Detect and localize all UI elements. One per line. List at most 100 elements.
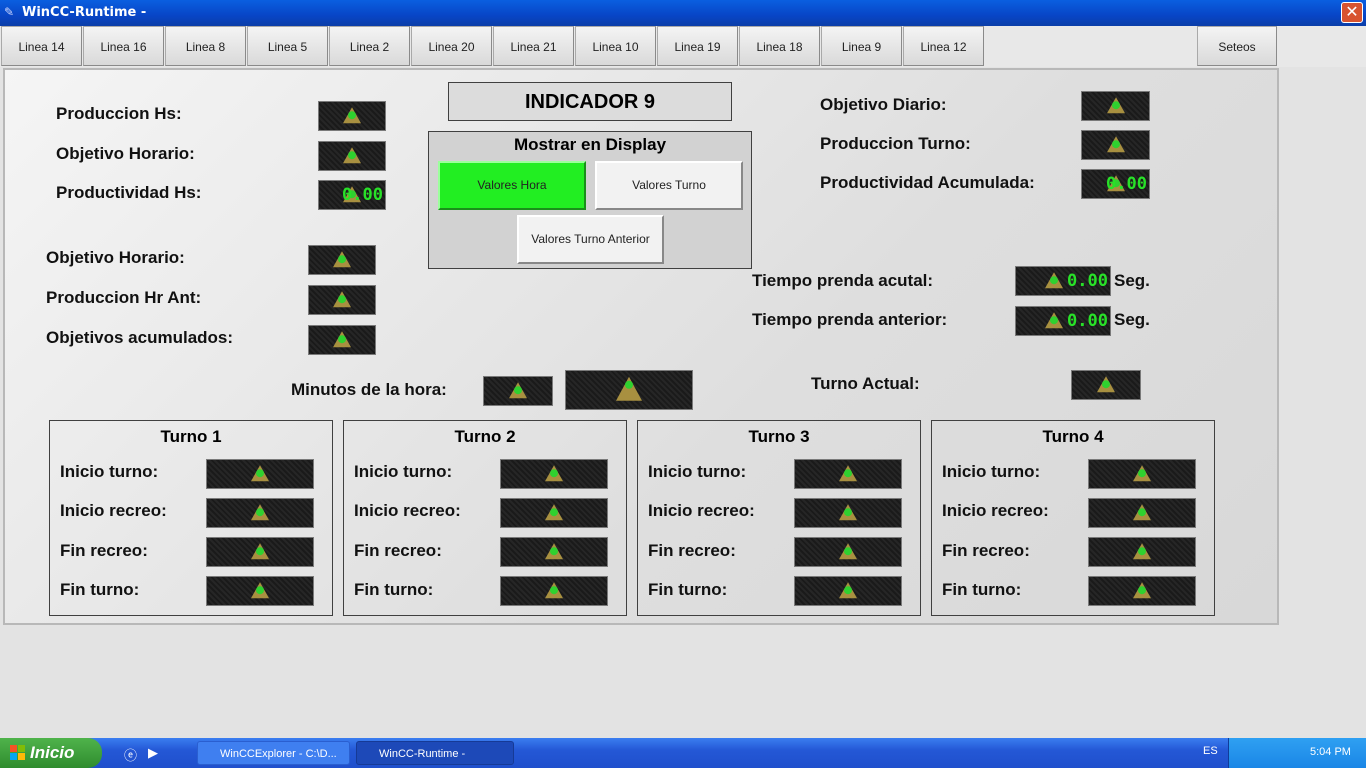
turno-4-inicio-recreo-label: Inicio recreo: [942, 501, 1049, 520]
window-title: WinCC-Runtime - [22, 5, 147, 20]
tiempo-anterior-value: 0.00 [1067, 311, 1108, 331]
tab-linea-8[interactable]: Linea 8 [165, 26, 246, 66]
tab-linea-14[interactable]: Linea 14 [1, 26, 82, 66]
display-selector-group: Mostrar en Display Valores Hora Valores … [428, 131, 752, 269]
turno-1-inicio-turno-display [206, 459, 314, 489]
media-player-quicklaunch-icon[interactable]: ▶ [148, 745, 163, 760]
display-selector-title: Mostrar en Display [513, 135, 667, 154]
tab-linea-12[interactable]: Linea 12 [903, 26, 984, 66]
tab-bar: Linea 14 Linea 16 Linea 8 Linea 5 Linea … [0, 26, 1366, 67]
task-wincc-runtime[interactable]: WinCC-Runtime - [356, 741, 514, 765]
windows-logo-icon [10, 745, 25, 760]
turno-4-fin-recreo-display [1088, 537, 1196, 567]
turno-3-fin-turno-label: Fin turno: [648, 580, 728, 599]
turno-3-inicio-recreo-display [794, 498, 902, 528]
produccion-turno-display [1081, 130, 1150, 160]
valores-turno-button[interactable]: Valores Turno [595, 161, 743, 210]
objetivos-acumulados-label: Objetivos acumulados: [46, 328, 234, 347]
produccion-hs-display [318, 101, 386, 131]
warning-icon [251, 582, 269, 599]
warning-icon [1106, 136, 1125, 153]
turno-1-inicio-turno-label: Inicio turno: [60, 462, 159, 481]
tiempo-anterior-display: 0.00 [1015, 306, 1111, 336]
objetivos-acumulados-display [308, 325, 376, 355]
warning-icon [545, 582, 563, 599]
turno-4-inicio-turno-label: Inicio turno: [942, 462, 1041, 481]
turno-4-fin-recreo-label: Fin recreo: [942, 541, 1030, 560]
produccion-hr-ant-label: Produccion Hr Ant: [46, 288, 202, 307]
turno-3-fin-turno-display [794, 576, 902, 606]
warning-icon [839, 504, 857, 521]
turno-3-fin-recreo-display [794, 537, 902, 567]
tab-linea-19[interactable]: Linea 19 [657, 26, 738, 66]
warning-icon [545, 465, 563, 482]
tab-linea-2[interactable]: Linea 2 [329, 26, 410, 66]
turno-actual-display [1071, 370, 1141, 400]
task-wincc-explorer[interactable]: WinCCExplorer - C:\D... [197, 741, 350, 765]
tab-linea-21[interactable]: Linea 21 [493, 26, 574, 66]
turno-2-fin-turno-display [500, 576, 608, 606]
turno-2-fin-recreo-display [500, 537, 608, 567]
tab-linea-10[interactable]: Linea 10 [575, 26, 656, 66]
turno-4-inicio-turno-display [1088, 459, 1196, 489]
turno-2-title: Turno 2 [454, 427, 516, 446]
close-button[interactable]: ✕ [1341, 2, 1363, 23]
tiempo-actual-label: Tiempo prenda acutal: [752, 271, 934, 290]
warning-icon [839, 582, 857, 599]
tab-linea-5[interactable]: Linea 5 [247, 26, 328, 66]
warning-icon [1133, 465, 1151, 482]
turno-3-inicio-recreo-label: Inicio recreo: [648, 501, 755, 520]
produccion-hr-ant-display [308, 285, 376, 315]
tiempo-actual-display: 0.00 [1015, 266, 1111, 296]
minutos-display [483, 376, 553, 406]
warning-icon [1097, 376, 1115, 393]
objetivo-horario-2-label: Objetivo Horario: [46, 248, 185, 267]
clock[interactable]: 5:04 PM [1310, 746, 1351, 758]
turno-1-fin-recreo-display [206, 537, 314, 567]
warning-icon [333, 251, 351, 268]
turno-1-inicio-recreo-label: Inicio recreo: [60, 501, 167, 520]
warning-icon [343, 107, 361, 124]
productividad-hs-display: 0.00 [318, 180, 386, 210]
objetivo-diario-display [1081, 91, 1150, 121]
warning-icon [251, 465, 269, 482]
indicator-title: INDICADOR 9 [524, 91, 655, 113]
tiempo-actual-value: 0.00 [1067, 271, 1108, 291]
valores-turno-anterior-button[interactable]: Valores Turno Anterior [517, 215, 664, 264]
turno-4-fin-turno-display [1088, 576, 1196, 606]
tab-linea-9[interactable]: Linea 9 [821, 26, 902, 66]
turno-1-fin-turno-label: Fin turno: [60, 580, 140, 599]
tab-linea-16[interactable]: Linea 16 [83, 26, 164, 66]
warning-icon [839, 465, 857, 482]
turno-2-group: Turno 2 Inicio turno: Inicio recreo: Fin… [343, 420, 627, 616]
productividad-hs-value: 0.00 [342, 185, 383, 205]
turno-1-group: Turno 1 Inicio turno: Inicio recreo: Fin… [49, 420, 333, 616]
turno-2-inicio-turno-label: Inicio turno: [354, 462, 453, 481]
turno-3-fin-recreo-label: Fin recreo: [648, 541, 736, 560]
warning-icon [1133, 504, 1151, 521]
produccion-turno-label: Produccion Turno: [820, 134, 971, 153]
turno-actual-label: Turno Actual: [811, 374, 920, 393]
turno-4-inicio-recreo-display [1088, 498, 1196, 528]
turno-1-title: Turno 1 [160, 427, 222, 446]
warning-icon [251, 504, 269, 521]
warning-icon [545, 543, 563, 560]
warning-icon [839, 543, 857, 560]
objetivo-horario-display [318, 141, 386, 171]
warning-icon [509, 382, 527, 399]
valores-hora-button[interactable]: Valores Hora [438, 161, 586, 210]
tab-seteos[interactable]: Seteos [1197, 26, 1277, 66]
tab-linea-18[interactable]: Linea 18 [739, 26, 820, 66]
indicator-title-box: INDICADOR 9 [448, 82, 732, 121]
warning-icon [333, 291, 351, 308]
warning-icon [545, 504, 563, 521]
language-indicator[interactable]: ES [1203, 745, 1218, 757]
warning-icon [1133, 543, 1151, 560]
turno-3-inicio-turno-label: Inicio turno: [648, 462, 747, 481]
tab-linea-20[interactable]: Linea 20 [411, 26, 492, 66]
turno-3-group: Turno 3 Inicio turno: Inicio recreo: Fin… [637, 420, 921, 616]
turno-1-fin-recreo-label: Fin recreo: [60, 541, 148, 560]
ie-quicklaunch-icon[interactable]: ⓔ [124, 745, 139, 763]
turno-4-group: Turno 4 Inicio turno: Inicio recreo: Fin… [931, 420, 1215, 616]
warning-icon [1044, 272, 1063, 289]
